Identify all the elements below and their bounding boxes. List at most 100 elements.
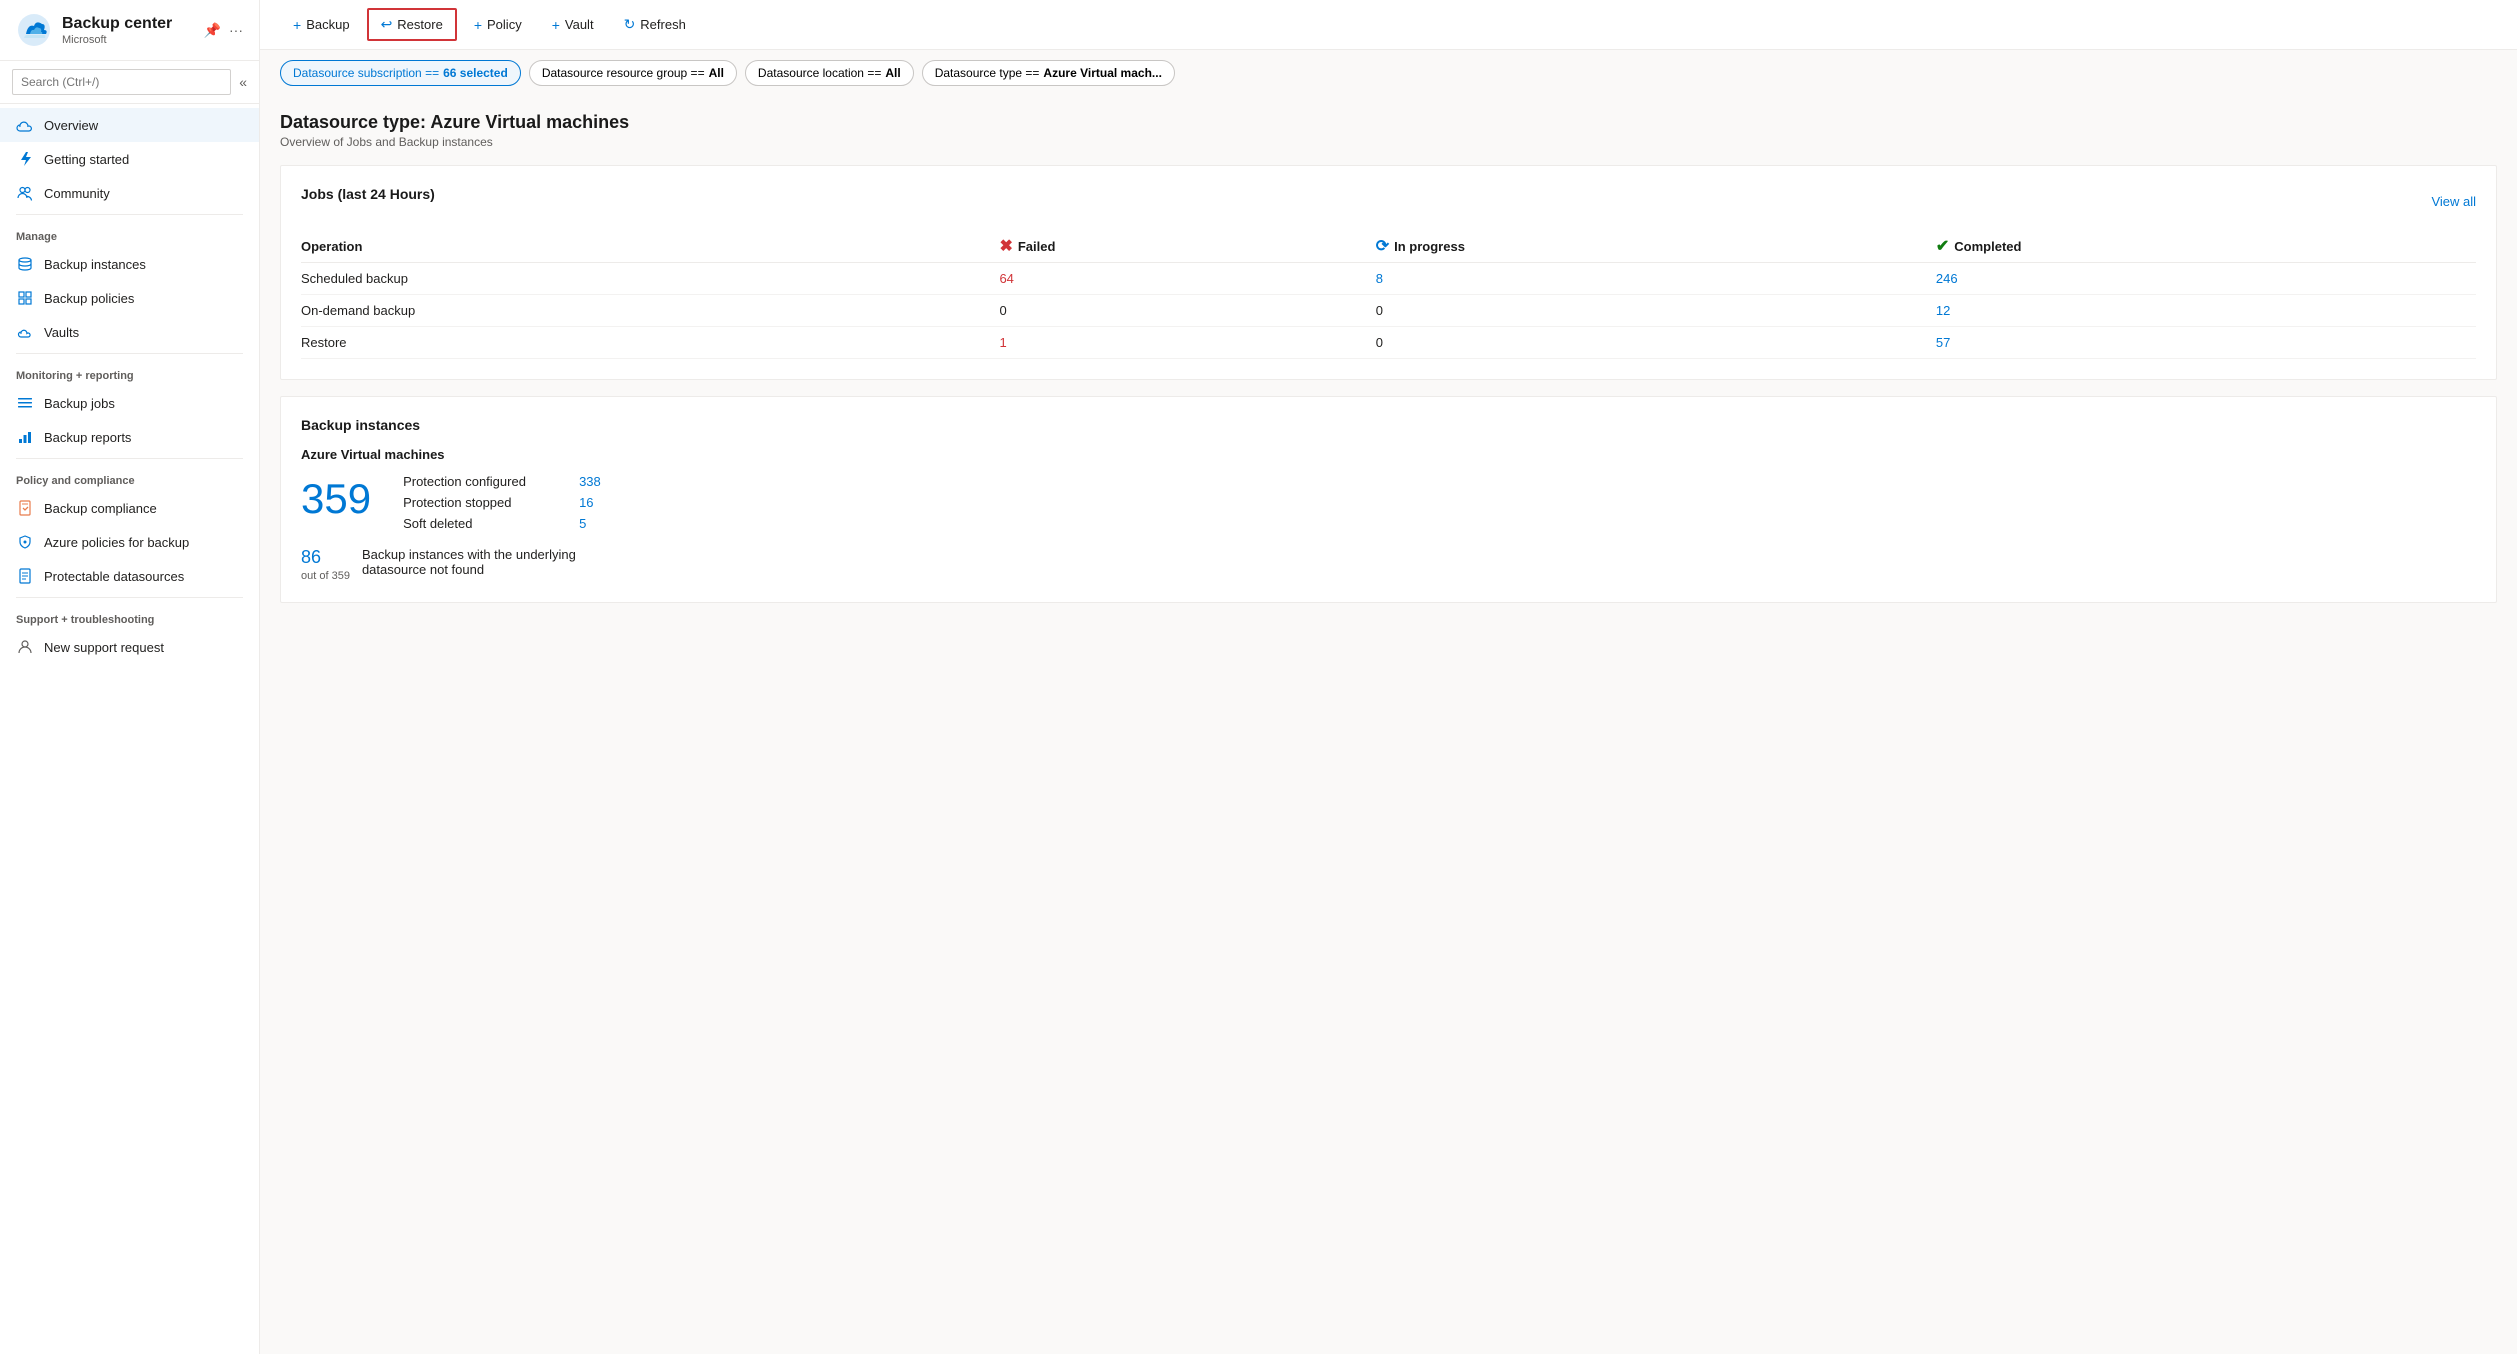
plus-icon-policy: + (474, 17, 482, 33)
sidebar-header: Backup center Microsoft 📌 ··· (0, 0, 259, 61)
backup-instances-card-title: Backup instances (301, 417, 2476, 433)
instances-stats-list: Protection configured 338 Protection sto… (403, 474, 601, 531)
filter-datasource-subscription[interactable]: Datasource subscription == 66 selected (280, 60, 521, 86)
sidebar-item-azure-policies-label: Azure policies for backup (44, 535, 189, 550)
job-completed[interactable]: 57 (1936, 327, 2476, 359)
sidebar-item-backup-compliance[interactable]: Backup compliance (0, 491, 259, 525)
section-policy: Policy and compliance (0, 463, 259, 491)
database-icon (16, 255, 34, 273)
stat-label: Soft deleted (403, 516, 563, 531)
refresh-icon: ↻ (624, 16, 636, 33)
instances-section: Azure Virtual machines 359 Protection co… (301, 447, 2476, 582)
content-area: Datasource type: Azure Virtual machines … (260, 96, 2517, 1354)
jobs-card: Jobs (last 24 Hours) View all Operation … (280, 165, 2497, 380)
more-options-icon[interactable]: ··· (229, 22, 243, 39)
sidebar-item-backup-instances[interactable]: Backup instances (0, 247, 259, 281)
job-failed[interactable]: 0 (999, 295, 1375, 327)
refresh-button[interactable]: ↻ Refresh (611, 9, 699, 40)
section-support: Support + troubleshooting (0, 602, 259, 630)
job-completed[interactable]: 246 (1936, 263, 2476, 295)
restore-button[interactable]: ↩ Restore (367, 8, 457, 41)
job-completed[interactable]: 12 (1936, 295, 2476, 327)
job-operation: Restore (301, 327, 999, 359)
backup-button-label: Backup (306, 17, 349, 32)
completed-label: Completed (1954, 239, 2021, 254)
sidebar-item-vaults-label: Vaults (44, 325, 79, 340)
pin-icon[interactable]: 📌 (204, 22, 221, 39)
lightning-icon (16, 150, 34, 168)
completed-icon: ✔ (1936, 236, 1949, 256)
backup-button[interactable]: + Backup (280, 10, 363, 40)
table-row: Scheduled backup648246 (301, 263, 2476, 295)
stat-value[interactable]: 16 (579, 495, 593, 510)
job-in-progress[interactable]: 0 (1376, 295, 1936, 327)
cloud-icon (16, 116, 34, 134)
shield-settings-icon (16, 533, 34, 551)
view-all-link[interactable]: View all (2431, 194, 2476, 209)
job-failed[interactable]: 64 (999, 263, 1375, 295)
sidebar-item-overview[interactable]: Overview (0, 108, 259, 142)
sidebar-item-new-support[interactable]: New support request (0, 630, 259, 664)
col-completed: ✔ Completed (1936, 230, 2476, 263)
filter-datasource-type[interactable]: Datasource type == Azure Virtual mach... (922, 60, 1175, 86)
stat-value[interactable]: 5 (579, 516, 586, 531)
sidebar-item-new-support-label: New support request (44, 640, 164, 655)
section-manage: Manage (0, 219, 259, 247)
nav-divider-4 (16, 597, 243, 598)
in-progress-icon: ⟳ (1376, 236, 1389, 256)
stat-label: Protection stopped (403, 495, 563, 510)
filter-loc-value: All (885, 66, 900, 80)
instances-total-number[interactable]: 359 (301, 478, 371, 520)
sidebar-item-community[interactable]: Community (0, 176, 259, 210)
instances-footer-num-value[interactable]: 86 (301, 547, 350, 568)
filter-datasource-location[interactable]: Datasource location == All (745, 60, 914, 86)
filter-datasource-resource-group[interactable]: Datasource resource group == All (529, 60, 737, 86)
vault-button[interactable]: + Vault (539, 10, 607, 40)
backup-instances-card: Backup instances Azure Virtual machines … (280, 396, 2497, 603)
app-title-block: Backup center Microsoft (62, 14, 172, 45)
sidebar-item-backup-jobs[interactable]: Backup jobs (0, 386, 259, 420)
stat-value[interactable]: 338 (579, 474, 601, 489)
sidebar-item-community-label: Community (44, 186, 110, 201)
failed-icon: ✖ (999, 236, 1012, 256)
section-monitoring: Monitoring + reporting (0, 358, 259, 386)
instances-footer-of: out of 359 (301, 570, 350, 582)
search-input[interactable] (12, 69, 231, 95)
sidebar-item-vaults[interactable]: Vaults (0, 315, 259, 349)
policy-button[interactable]: + Policy (461, 10, 535, 40)
vault-button-label: Vault (565, 17, 594, 32)
completed-header: ✔ Completed (1936, 236, 2022, 256)
instances-footer: 86 out of 359 Backup instances with the … (301, 547, 2476, 582)
sidebar-item-backup-reports[interactable]: Backup reports (0, 420, 259, 454)
page-subtitle: Overview of Jobs and Backup instances (280, 135, 2497, 149)
list-icon (16, 394, 34, 412)
sidebar-item-protectable-datasources-label: Protectable datasources (44, 569, 184, 584)
in-progress-header: ⟳ In progress (1376, 236, 1465, 256)
sidebar-item-protectable-datasources[interactable]: Protectable datasources (0, 559, 259, 593)
restore-icon: ↩ (381, 16, 393, 33)
job-in-progress[interactable]: 0 (1376, 327, 1936, 359)
failed-label: Failed (1018, 239, 1056, 254)
people-icon (16, 184, 34, 202)
sidebar-item-azure-policies[interactable]: Azure policies for backup (0, 525, 259, 559)
sidebar-item-backup-policies[interactable]: Backup policies (0, 281, 259, 315)
nav-divider-2 (16, 353, 243, 354)
filter-rg-value: All (709, 66, 724, 80)
search-row: « (0, 61, 259, 104)
sidebar-item-getting-started[interactable]: Getting started (0, 142, 259, 176)
instances-stat-row: Protection configured 338 (403, 474, 601, 489)
toolbar: + Backup ↩ Restore + Policy + Vault ↻ Re… (260, 0, 2517, 50)
job-operation: Scheduled backup (301, 263, 999, 295)
policy-button-label: Policy (487, 17, 522, 32)
jobs-table: Operation ✖ Failed ⟳ In progress (301, 230, 2476, 359)
collapse-sidebar-button[interactable]: « (239, 74, 247, 90)
filter-type-value: Azure Virtual mach... (1043, 66, 1161, 80)
app-logo (16, 12, 52, 48)
instances-layout: 359 Protection configured 338 Protection… (301, 474, 2476, 531)
instances-footer-description: Backup instances with the underlying dat… (362, 547, 622, 577)
sidebar-nav: Overview Getting started Community Manag… (0, 104, 259, 1354)
app-title: Backup center (62, 14, 172, 33)
sidebar-item-backup-reports-label: Backup reports (44, 430, 131, 445)
job-in-progress[interactable]: 8 (1376, 263, 1936, 295)
job-failed[interactable]: 1 (999, 327, 1375, 359)
